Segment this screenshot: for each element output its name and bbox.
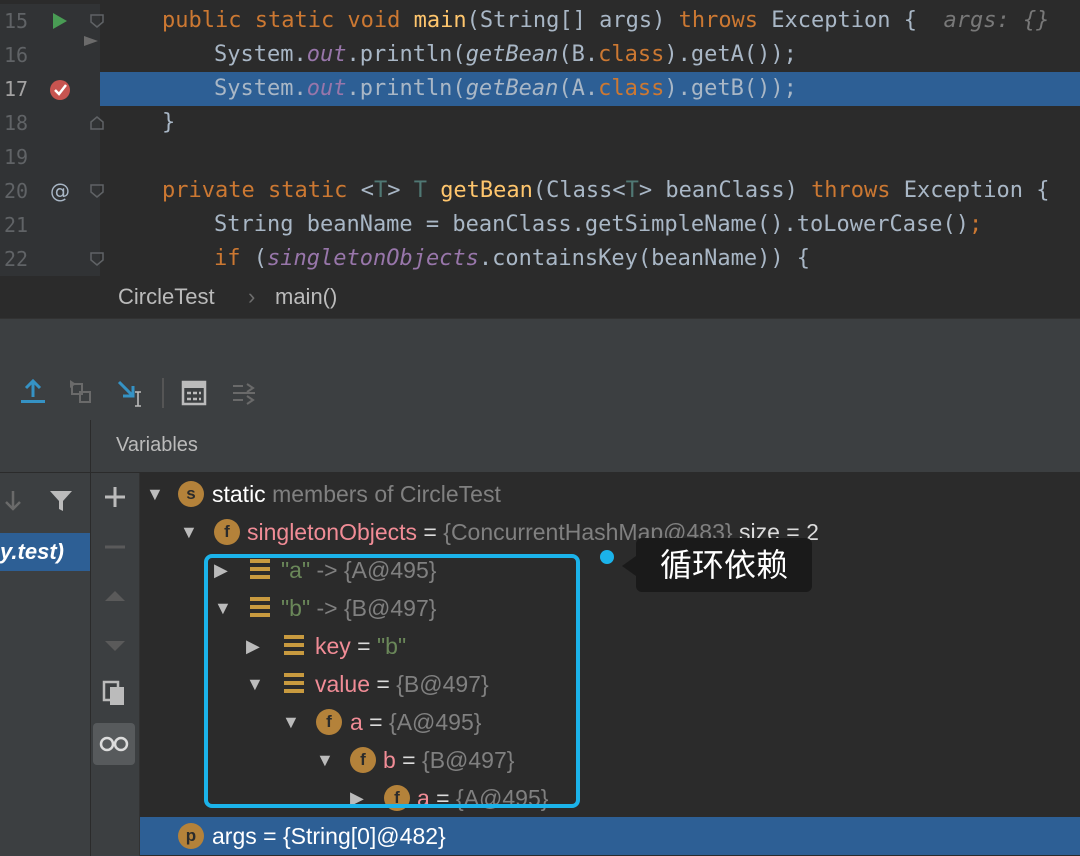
- code-text: public static void main(String[] args) t…: [162, 8, 1050, 33]
- at-annotation-icon[interactable]: @: [48, 174, 74, 208]
- expanded-arrow-icon[interactable]: ▼: [180, 513, 200, 551]
- execution-point-icon: [84, 36, 98, 46]
- code-line-21[interactable]: 21 String beanName = beanClass.getSimple…: [0, 208, 1080, 242]
- variables-title: Variables: [116, 434, 198, 456]
- line-number: 17: [4, 77, 29, 101]
- callout-label: 循环依赖: [636, 538, 812, 592]
- code-text: String beanName = beanClass.getSimpleNam…: [214, 212, 983, 237]
- glasses-icon: [99, 736, 129, 752]
- callout-tail: [622, 556, 636, 576]
- line-number: 16: [4, 43, 29, 67]
- run-to-cursor-icon[interactable]: [114, 376, 148, 410]
- code-line-20[interactable]: 20 @ private static <T> T getBean(Class<…: [0, 174, 1080, 208]
- line-number: 22: [4, 247, 29, 271]
- fold-icon[interactable]: [90, 14, 104, 28]
- code-text: System.out.println(getBean(B.class).getA…: [214, 42, 797, 67]
- add-watch-icon[interactable]: [95, 477, 135, 517]
- move-down-icon[interactable]: [95, 625, 135, 665]
- tree-row-singleton-objects[interactable]: ▼ f singletonObjects = {ConcurrentHashMa…: [140, 513, 1080, 551]
- variables-header: Variables: [91, 420, 1080, 473]
- code-editor[interactable]: 15 public static void main(String[] args…: [0, 0, 1080, 276]
- line-number: 18: [4, 111, 29, 135]
- remove-watch-icon[interactable]: [95, 527, 135, 567]
- run-icon[interactable]: [48, 4, 74, 38]
- trace-current-stream-icon[interactable]: [227, 376, 261, 410]
- breadcrumb-class[interactable]: CircleTest: [118, 284, 215, 310]
- arrow-down-icon[interactable]: [0, 488, 26, 514]
- frames-panel: y.test): [0, 420, 91, 856]
- static-badge-icon: s: [178, 481, 204, 507]
- breadcrumb-method[interactable]: main(): [275, 284, 337, 310]
- drop-frame-icon[interactable]: [64, 376, 98, 410]
- code-text: if (singletonObjects.containsKey(beanNam…: [214, 246, 811, 271]
- tree-row-args[interactable]: p args = {String[0]@482}: [140, 817, 1080, 855]
- code-text: }: [162, 110, 176, 135]
- param-badge-icon: p: [178, 823, 204, 849]
- show-watches-toggle[interactable]: [93, 723, 135, 765]
- breadcrumb: CircleTest › main(): [0, 276, 1080, 318]
- debug-tool-header: [0, 318, 1080, 370]
- svg-text:@: @: [50, 179, 70, 203]
- variables-side-toolbar: [91, 473, 140, 856]
- code-line-19[interactable]: 19: [0, 140, 1080, 174]
- callout-dot: [600, 550, 614, 564]
- highlight-box: [204, 554, 580, 808]
- frame-item-selected[interactable]: y.test): [0, 533, 90, 571]
- step-out-icon[interactable]: [16, 376, 50, 410]
- move-up-icon[interactable]: [95, 577, 135, 617]
- evaluate-expression-icon[interactable]: [177, 376, 211, 410]
- inline-debug-hint: args: {}: [943, 8, 1050, 33]
- filter-icon[interactable]: [48, 488, 74, 514]
- frames-header: [0, 420, 90, 473]
- fold-end-icon[interactable]: [90, 116, 104, 130]
- code-line-18[interactable]: 18 }: [0, 106, 1080, 140]
- fold-icon[interactable]: [90, 252, 104, 266]
- toolbar-separator: [162, 378, 164, 408]
- code-text: private static <T> T getBean(Class<T> be…: [162, 178, 1050, 203]
- fold-icon[interactable]: [90, 184, 104, 198]
- code-line-16[interactable]: 16 System.out.println(getBean(B.class).g…: [0, 36, 1080, 72]
- breadcrumb-separator: ›: [248, 284, 256, 309]
- line-number: 15: [4, 9, 29, 33]
- code-line-15[interactable]: 15 public static void main(String[] args…: [0, 4, 1080, 38]
- code-text: System.out.println(getBean(A.class).getB…: [214, 76, 797, 101]
- expanded-arrow-icon[interactable]: ▼: [146, 475, 166, 513]
- static-field-badge-icon: f: [214, 519, 240, 545]
- code-line-17[interactable]: 17 System.out.println(getBean(A.class).g…: [0, 72, 1080, 106]
- line-number: 21: [4, 213, 29, 237]
- copy-icon[interactable]: [95, 673, 135, 713]
- code-line-22[interactable]: 22 if (singletonObjects.containsKey(bean…: [0, 242, 1080, 276]
- line-number: 20: [4, 179, 29, 203]
- line-number: 19: [4, 145, 29, 169]
- breakpoint-icon[interactable]: [48, 72, 74, 106]
- tree-row-static[interactable]: ▼ s static members of CircleTest: [140, 475, 1080, 513]
- debug-toolbar: [0, 368, 1080, 421]
